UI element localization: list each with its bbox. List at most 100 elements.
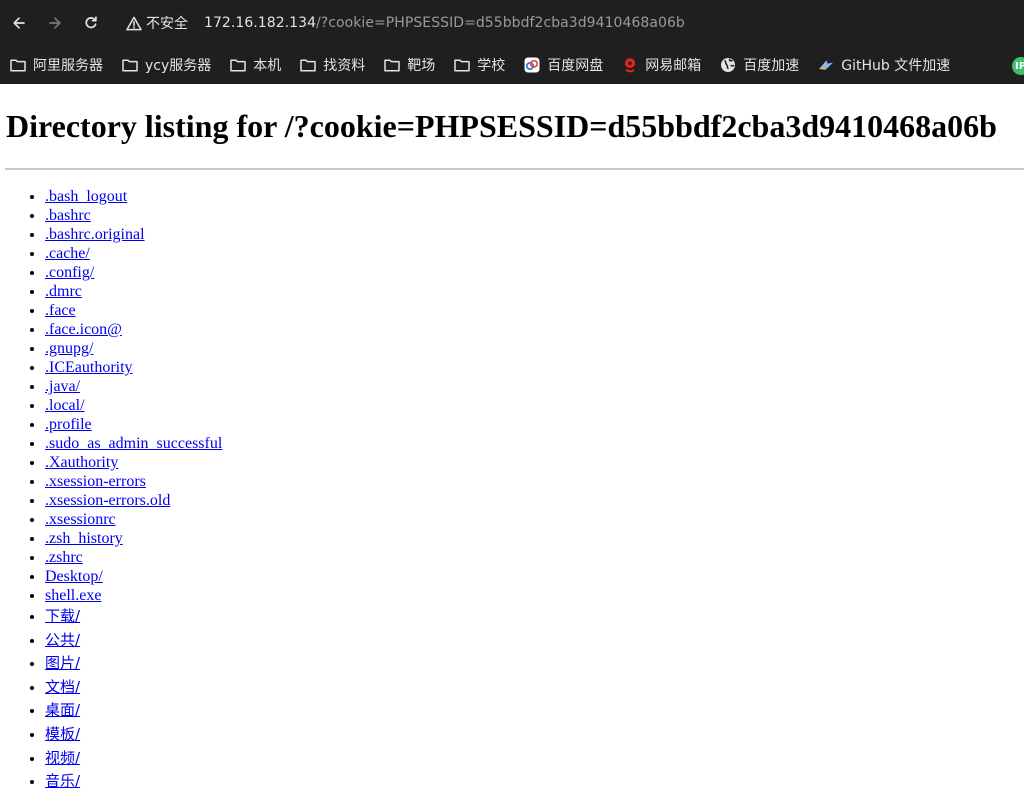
security-indicator[interactable]: 不安全 (126, 13, 188, 33)
file-link[interactable]: 视频/ (45, 749, 80, 767)
file-link[interactable]: .xsession-errors (45, 473, 146, 490)
list-item: 桌面/ (45, 699, 1024, 723)
file-link[interactable]: .gnupg/ (45, 340, 93, 357)
baidu-netdisk-icon (523, 56, 541, 74)
list-item: 文档/ (45, 676, 1024, 700)
folder-icon (9, 56, 27, 74)
folder-icon (229, 56, 247, 74)
bookmark-range[interactable]: 靶场 (383, 55, 435, 75)
list-item: .local/ (45, 396, 1024, 415)
folder-icon (453, 56, 471, 74)
file-link[interactable]: .face.icon@ (45, 321, 122, 338)
bookmark-local-machine[interactable]: 本机 (229, 55, 281, 75)
file-link[interactable]: .Xauthority (45, 454, 118, 471)
file-link[interactable]: .bash_logout (45, 188, 127, 205)
forward-button[interactable] (37, 5, 73, 41)
file-link[interactable]: .bashrc.original (45, 226, 145, 243)
file-link[interactable]: 音乐/ (45, 772, 80, 790)
page-content: Directory listing for /?cookie=PHPSESSID… (0, 106, 1024, 794)
url-host: 172.16.182.134 (204, 15, 317, 31)
bookmark-aliyun-server[interactable]: 阿里服务器 (9, 55, 103, 75)
bookmark-label: 阿里服务器 (33, 58, 103, 74)
list-item: 公共/ (45, 629, 1024, 653)
file-link[interactable]: 图片/ (45, 654, 80, 672)
arrow-right-icon (49, 17, 61, 29)
list-item: .gnupg/ (45, 339, 1024, 358)
extension-badge-icon[interactable]: IP (1012, 57, 1024, 75)
file-link[interactable]: .face (45, 302, 76, 319)
file-link[interactable]: Desktop/ (45, 568, 103, 585)
browser-toolbar: 不安全 172.16.182.134/?cookie=PHPSESSID=d55… (0, 0, 1024, 46)
page-title: Directory listing for /?cookie=PHPSESSID… (6, 108, 997, 144)
file-link[interactable]: 下载/ (45, 607, 80, 625)
list-item: .xsessionrc (45, 510, 1024, 529)
bookmark-label: ycy服务器 (145, 58, 212, 74)
bookmark-netease-mail[interactable]: 网易邮箱 (621, 55, 701, 75)
bookmark-label: 百度网盘 (547, 58, 604, 74)
file-link[interactable]: shell.exe (45, 587, 101, 604)
bookmark-label: 网易邮箱 (645, 58, 702, 74)
list-item: .java/ (45, 377, 1024, 396)
list-item: 音乐/ (45, 770, 1024, 794)
reload-icon (85, 16, 97, 29)
divider (5, 168, 1024, 170)
github-accel-icon (817, 56, 835, 74)
file-link[interactable]: .ICEauthority (45, 359, 133, 376)
list-item: .face (45, 301, 1024, 320)
file-link[interactable]: 公共/ (45, 631, 80, 649)
globe-icon (719, 56, 737, 74)
reload-button[interactable] (73, 5, 109, 41)
warning-triangle-icon (126, 16, 142, 30)
file-link[interactable]: .sudo_as_admin_successful (45, 435, 222, 452)
bookmark-ycy-server[interactable]: ycy服务器 (121, 55, 211, 75)
list-item: 模板/ (45, 723, 1024, 747)
list-item: 视频/ (45, 747, 1024, 771)
list-item: 下载/ (45, 605, 1024, 629)
file-link[interactable]: 桌面/ (45, 701, 80, 719)
bookmark-label: 学校 (477, 58, 506, 74)
url-path: /?cookie=PHPSESSID=d55bbdf2cba3d9410468a… (316, 15, 685, 31)
list-item: .Xauthority (45, 453, 1024, 472)
list-item: .ICEauthority (45, 358, 1024, 377)
list-item: .zsh_history (45, 529, 1024, 548)
bookmark-baidu-netdisk[interactable]: 百度网盘 (523, 55, 603, 75)
file-link[interactable]: .dmrc (45, 283, 82, 300)
bookmark-school[interactable]: 学校 (453, 55, 505, 75)
url-text[interactable]: 172.16.182.134/?cookie=PHPSESSID=d55bbdf… (204, 15, 685, 31)
list-item: Desktop/ (45, 567, 1024, 586)
bookmark-label: GitHub 文件加速 (841, 58, 951, 74)
bookmark-github-accel[interactable]: GitHub 文件加速 (817, 55, 950, 75)
file-link[interactable]: .cache/ (45, 245, 90, 262)
file-link[interactable]: .bashrc (45, 207, 91, 224)
file-link[interactable]: .xsessionrc (45, 511, 116, 528)
file-link[interactable]: .zshrc (45, 549, 83, 566)
back-button[interactable] (1, 5, 37, 41)
file-link[interactable]: 模板/ (45, 725, 80, 743)
file-link[interactable]: 文档/ (45, 678, 80, 696)
file-link[interactable]: .zsh_history (45, 530, 123, 547)
list-item: .xsession-errors.old (45, 491, 1024, 510)
bookmarks-bar: 阿里服务器 ycy服务器 本机 找资料 靶场 学校 百度网盘 网易邮箱 百度加速… (0, 46, 1024, 84)
file-link[interactable]: .local/ (45, 397, 85, 414)
bookmark-label: 本机 (253, 58, 282, 74)
file-link[interactable]: .profile (45, 416, 92, 433)
list-item: .zshrc (45, 548, 1024, 567)
bookmark-find-info[interactable]: 找资料 (299, 55, 365, 75)
list-item: .dmrc (45, 282, 1024, 301)
bookmark-label: 找资料 (323, 58, 366, 74)
bookmark-label: 百度加速 (743, 58, 800, 74)
bookmark-label: 靶场 (407, 58, 436, 74)
list-item: .xsession-errors (45, 472, 1024, 491)
list-item: .cache/ (45, 244, 1024, 263)
folder-icon (383, 56, 401, 74)
file-link[interactable]: .java/ (45, 378, 80, 395)
address-bar[interactable]: 不安全 172.16.182.134/?cookie=PHPSESSID=d55… (126, 6, 685, 40)
list-item: .bashrc (45, 206, 1024, 225)
netease-mail-icon (621, 56, 639, 74)
bookmark-baidu-accel[interactable]: 百度加速 (719, 55, 799, 75)
file-link[interactable]: .config/ (45, 264, 94, 281)
list-item: 图片/ (45, 652, 1024, 676)
file-link[interactable]: .xsession-errors.old (45, 492, 170, 509)
directory-list: .bash_logout .bashrc .bashrc.original .cach… (0, 187, 1024, 794)
folder-icon (121, 56, 139, 74)
